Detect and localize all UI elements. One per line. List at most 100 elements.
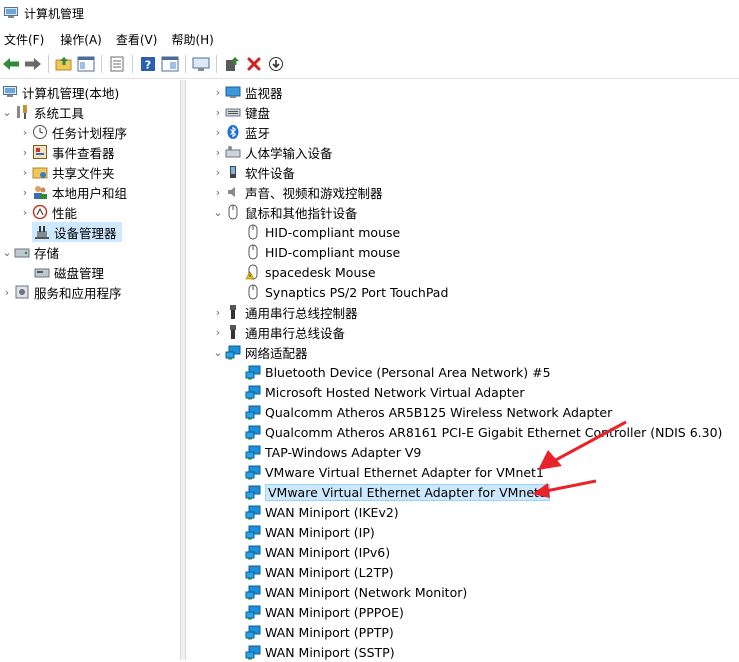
tree-item-services-apps[interactable]: › 服务和应用程序 (0, 282, 122, 302)
device-manager-icon (34, 224, 50, 240)
network-adapter-icon (245, 484, 261, 500)
network-adapter-item[interactable]: Qualcomm Atheros AR8161 PCI-E Gigabit Et… (245, 422, 722, 442)
network-adapter-item[interactable]: WAN Miniport (PPPOE) (245, 602, 404, 622)
tree-item-performance[interactable]: › 性能 (18, 202, 77, 222)
tree-item-storage[interactable]: ⌄ 存储 (0, 242, 59, 262)
device-category-monitors[interactable]: › 监视器 (211, 82, 283, 102)
chevron-right-icon[interactable]: › (211, 122, 225, 142)
device-category-mice[interactable]: ⌄ 鼠标和其他指针设备 (211, 202, 358, 222)
chevron-right-icon[interactable]: › (18, 182, 32, 202)
chevron-right-icon[interactable]: › (18, 142, 32, 162)
chevron-right-icon[interactable]: › (211, 142, 225, 162)
network-adapter-label: WAN Miniport (SSTP) (265, 644, 395, 660)
help-icon[interactable]: ? (138, 54, 158, 74)
speaker-icon (225, 184, 241, 200)
chevron-right-icon[interactable]: › (211, 302, 225, 322)
tree-item-local-users[interactable]: › 本地用户和组 (18, 182, 127, 202)
uninstall-icon[interactable] (244, 54, 264, 74)
view-icon[interactable] (160, 54, 180, 74)
tree-item-device-manager[interactable]: 设备管理器 (32, 222, 122, 242)
show-hide-tree-icon[interactable] (76, 54, 96, 74)
device-category-network-adapters[interactable]: ⌄ 网络适配器 (211, 342, 308, 362)
chevron-down-icon[interactable]: ⌄ (211, 202, 225, 222)
network-adapter-label: WAN Miniport (IPv6) (265, 544, 391, 560)
device-category-label: 软件设备 (245, 165, 296, 181)
chevron-right-icon[interactable]: › (211, 102, 225, 122)
chevron-right-icon[interactable]: › (18, 122, 32, 142)
network-adapter-item[interactable]: VMware Virtual Ethernet Adapter for VMne… (245, 462, 544, 482)
tree-item-event-viewer[interactable]: › 事件查看器 (18, 142, 115, 162)
device-category-usb-controllers[interactable]: › 通用串行总线控制器 (211, 302, 358, 322)
device-category-label: 键盘 (245, 105, 271, 121)
network-adapter-item[interactable]: Microsoft Hosted Network Virtual Adapter (245, 382, 525, 402)
network-adapter-item[interactable]: VMware Virtual Ethernet Adapter for VMne… (245, 482, 550, 502)
chevron-right-icon[interactable]: › (18, 202, 32, 222)
network-adapter-item[interactable]: WAN Miniport (IP) (245, 522, 375, 542)
network-adapter-icon (245, 384, 261, 400)
chevron-down-icon[interactable]: ⌄ (211, 342, 225, 362)
network-adapter-label: VMware Virtual Ethernet Adapter for VMne… (265, 483, 550, 501)
chevron-down-icon[interactable]: ⌄ (0, 102, 14, 122)
software-device-icon (225, 164, 241, 180)
chevron-right-icon[interactable]: › (0, 282, 14, 302)
device-category-software[interactable]: › 软件设备 (211, 162, 295, 182)
network-adapter-item[interactable]: WAN Miniport (IKEv2) (245, 502, 399, 522)
chevron-right-icon[interactable]: › (18, 162, 32, 182)
network-adapter-label: Microsoft Hosted Network Virtual Adapter (265, 384, 525, 400)
device-item[interactable]: HID-compliant mouse (245, 242, 400, 262)
pane-splitter[interactable] (180, 80, 186, 660)
tree-root[interactable]: 计算机管理(本地) (0, 82, 119, 102)
monitor-icon[interactable] (191, 54, 211, 74)
update-driver-icon[interactable] (222, 54, 242, 74)
device-item-label: Synaptics PS/2 Port TouchPad (265, 284, 449, 300)
up-folder-icon[interactable] (54, 54, 74, 74)
menu-view[interactable]: 查看(V) (112, 31, 164, 48)
tools-icon (14, 104, 30, 120)
device-category-hid[interactable]: › 人体学输入设备 (211, 142, 333, 162)
properties-icon[interactable] (107, 54, 127, 74)
tree-item-task-scheduler[interactable]: › 任务计划程序 (18, 122, 127, 142)
network-adapter-label: WAN Miniport (IKEv2) (265, 504, 399, 520)
chevron-right-icon[interactable]: › (211, 162, 225, 182)
network-adapter-item[interactable]: WAN Miniport (PPTP) (245, 622, 394, 642)
device-item[interactable]: spacedesk Mouse (245, 262, 376, 282)
event-viewer-icon (32, 144, 48, 160)
back-icon[interactable] (1, 54, 21, 74)
menu-file[interactable]: 文件(F) (0, 31, 50, 48)
network-adapter-item[interactable]: Bluetooth Device (Personal Area Network)… (245, 362, 551, 382)
toolbar-divider (0, 78, 739, 79)
network-adapter-item[interactable]: WAN Miniport (Network Monitor) (245, 582, 467, 602)
network-adapter-item[interactable]: WAN Miniport (L2TP) (245, 562, 394, 582)
menu-help[interactable]: 帮助(H) (167, 31, 219, 48)
chevron-right-icon[interactable]: › (211, 182, 225, 202)
device-category-bluetooth[interactable]: › 蓝牙 (211, 122, 270, 142)
device-item[interactable]: Synaptics PS/2 Port TouchPad (245, 282, 448, 302)
chevron-down-icon[interactable]: ⌄ (0, 242, 14, 262)
chevron-right-icon[interactable]: › (211, 322, 225, 342)
network-adapter-item[interactable]: WAN Miniport (IPv6) (245, 542, 390, 562)
network-adapter-label: Bluetooth Device (Personal Area Network)… (265, 364, 551, 380)
network-adapter-item[interactable]: WAN Miniport (SSTP) (245, 642, 395, 662)
chevron-right-icon[interactable]: › (211, 82, 225, 102)
device-item[interactable]: HID-compliant mouse (245, 222, 400, 242)
forward-icon[interactable] (23, 54, 43, 74)
clock-icon (32, 124, 48, 140)
tree-item-disk-management[interactable]: 磁盘管理 (32, 262, 104, 282)
network-adapter-icon (245, 504, 261, 520)
tree-item-label: 服务和应用程序 (34, 285, 122, 301)
device-category-usb-devices[interactable]: › 通用串行总线设备 (211, 322, 345, 342)
device-category-keyboards[interactable]: › 键盘 (211, 102, 270, 122)
window-title: 计算机管理 (24, 6, 85, 21)
tree-item-shared-folders[interactable]: › 共享文件夹 (18, 162, 115, 182)
network-adapter-icon (225, 344, 241, 360)
menu-bar: 文件(F) 操作(A) 查看(V) 帮助(H) (0, 28, 739, 50)
network-adapter-icon (245, 444, 261, 460)
menu-action[interactable]: 操作(A) (56, 31, 108, 48)
network-adapter-icon (245, 424, 261, 440)
network-adapter-label: WAN Miniport (L2TP) (265, 564, 394, 580)
network-adapter-item[interactable]: TAP-Windows Adapter V9 (245, 442, 421, 462)
device-category-sound[interactable]: › 声音、视频和游戏控制器 (211, 182, 383, 202)
disable-icon[interactable] (266, 54, 286, 74)
tree-item-system-tools[interactable]: ⌄ 系统工具 (0, 102, 84, 122)
device-category-label: 声音、视频和游戏控制器 (245, 185, 383, 201)
